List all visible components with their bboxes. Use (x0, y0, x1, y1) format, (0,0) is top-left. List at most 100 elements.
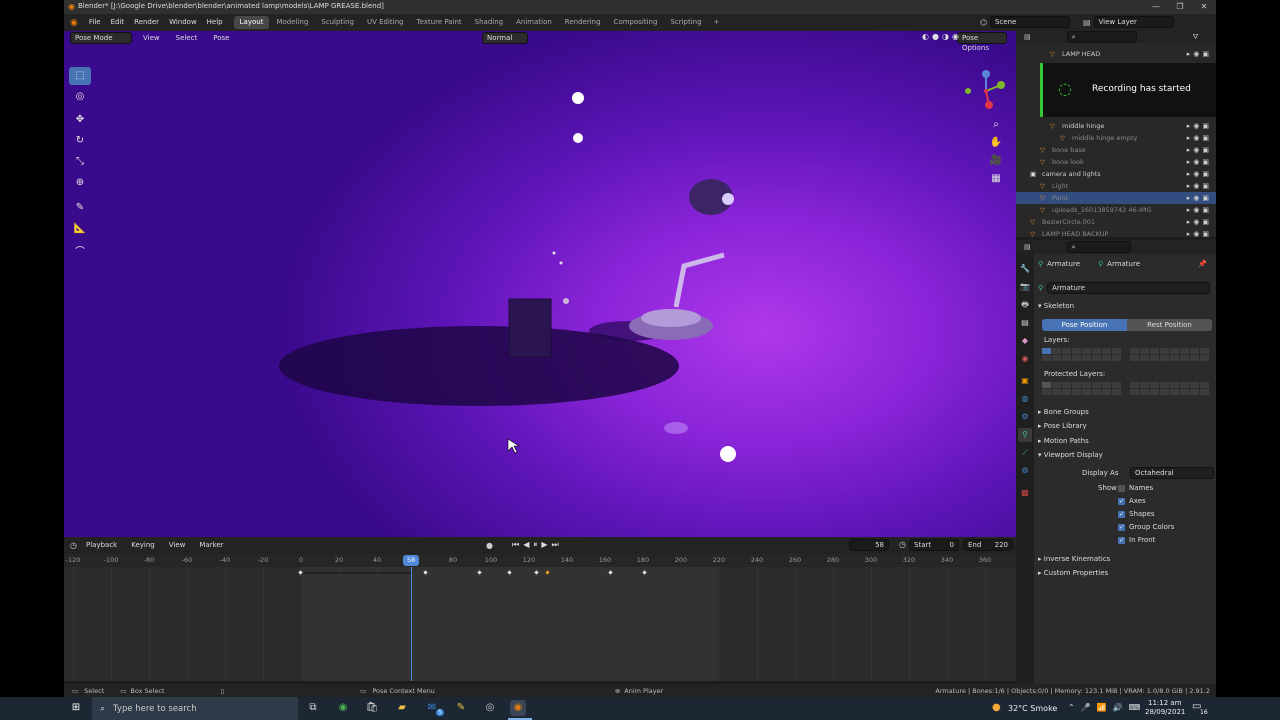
workspace-tab-compositing[interactable]: Compositing (608, 16, 664, 29)
layer-cell[interactable] (1092, 382, 1101, 388)
outliner-search-input[interactable]: ⌕ (1066, 31, 1137, 43)
layer-cell[interactable] (1200, 355, 1209, 361)
visibility-toggles[interactable]: ▸◉▣ (1187, 180, 1212, 192)
layer-cell[interactable] (1190, 348, 1199, 354)
texture-tab-icon[interactable]: ▩ (1018, 486, 1032, 500)
visibility-toggles[interactable]: ▸◉▣ (1187, 48, 1212, 60)
menu-help[interactable]: Help (202, 14, 228, 31)
layer-cell[interactable] (1170, 382, 1179, 388)
outliner-row[interactable]: ▽ Point ▸◉▣ (1016, 192, 1216, 204)
layer-cell[interactable] (1190, 355, 1199, 361)
layer-cell[interactable] (1140, 389, 1149, 395)
protected-layers-grid-b[interactable] (1130, 382, 1209, 395)
taskbar-search[interactable]: ⌕ Type here to search (92, 697, 298, 720)
layer-cell[interactable] (1170, 348, 1179, 354)
task-view-icon[interactable]: ⧉ (305, 700, 321, 716)
checkbox[interactable]: ✓ (1118, 510, 1125, 518)
layer-cell[interactable] (1150, 348, 1159, 354)
layer-cell[interactable] (1112, 389, 1121, 395)
menu-file[interactable]: File (84, 14, 106, 31)
layer-cell[interactable] (1062, 348, 1071, 354)
maximize-button[interactable]: ❐ (1168, 0, 1192, 14)
visibility-toggles[interactable]: ▸◉▣ (1187, 144, 1212, 156)
bone-groups-panel[interactable]: ▸ Bone Groups (1038, 408, 1089, 416)
pose-library-panel[interactable]: ▸ Pose Library (1038, 422, 1087, 430)
checkbox[interactable]: ✓ (1118, 497, 1125, 505)
layer-cell[interactable] (1052, 348, 1061, 354)
layer-cell[interactable] (1140, 355, 1149, 361)
layer-cell[interactable] (1092, 348, 1101, 354)
close-button[interactable]: ✕ (1192, 0, 1216, 14)
layer-cell[interactable] (1042, 348, 1051, 354)
layer-cell[interactable] (1102, 355, 1111, 361)
layer-cell[interactable] (1180, 348, 1189, 354)
visibility-toggles[interactable]: ▸◉▣ (1187, 156, 1212, 168)
layer-cell[interactable] (1062, 389, 1071, 395)
file-explorer-icon[interactable]: ▰ (394, 700, 410, 716)
workspace-tab-uv-editing[interactable]: UV Editing (361, 16, 410, 29)
bone-layers-grid-a[interactable] (1042, 348, 1121, 361)
layer-cell[interactable] (1072, 389, 1081, 395)
layer-cell[interactable] (1092, 389, 1101, 395)
layer-cell[interactable] (1180, 382, 1189, 388)
display-as-dropdown[interactable]: Octahedral (1130, 467, 1214, 479)
blender-taskbar-icon[interactable]: ◉ (510, 700, 526, 716)
rest-position-button[interactable]: Rest Position (1127, 319, 1212, 331)
visibility-toggles[interactable]: ▸◉▣ (1187, 192, 1212, 204)
scene-tab-icon[interactable]: ◆ (1018, 334, 1032, 348)
world-tab-icon[interactable]: ◉ (1018, 352, 1032, 366)
visibility-toggles[interactable]: ▸◉▣ (1187, 132, 1212, 144)
layer-cell[interactable] (1130, 389, 1139, 395)
visibility-toggles[interactable]: ▸◉▣ (1187, 216, 1212, 228)
layer-cell[interactable] (1082, 348, 1091, 354)
preview-range-icon[interactable]: ◷ (899, 540, 906, 549)
layer-cell[interactable] (1052, 389, 1061, 395)
object-tab-icon[interactable]: ▣ (1018, 374, 1032, 388)
layer-cell[interactable] (1190, 382, 1199, 388)
zoom-icon[interactable]: ⌕ (987, 117, 1005, 133)
show-option-names[interactable]: Names (1118, 484, 1153, 492)
inverse-kinematics-panel[interactable]: ▸ Inverse Kinematics (1038, 555, 1110, 563)
layer-cell[interactable] (1102, 382, 1111, 388)
layer-cell[interactable] (1160, 382, 1169, 388)
checkbox[interactable]: ✓ (1118, 536, 1125, 544)
layer-cell[interactable] (1170, 355, 1179, 361)
outliner-row[interactable]: ▽ LAMP HEAD BACKUP ▸◉▣ (1016, 228, 1216, 237)
current-frame-field[interactable]: 58 (849, 539, 889, 551)
view-layer-tab-icon[interactable]: ▤ (1018, 316, 1032, 330)
layer-cell[interactable] (1130, 348, 1139, 354)
record-icon[interactable]: ● (486, 541, 493, 550)
layer-cell[interactable] (1160, 355, 1169, 361)
layer-cell[interactable] (1102, 389, 1111, 395)
timeline-menu-marker[interactable]: Marker (194, 537, 228, 554)
layer-cell[interactable] (1200, 382, 1209, 388)
physics-tab-icon[interactable]: ◍ (1018, 392, 1032, 406)
layer-cell[interactable] (1140, 382, 1149, 388)
motion-paths-panel[interactable]: ▸ Motion Paths (1038, 437, 1089, 445)
clock-icon[interactable]: ◷ (70, 541, 77, 550)
visibility-toggles[interactable]: ▸◉▣ (1187, 228, 1212, 237)
outliner-row[interactable]: ▽ bone base ▸◉▣ (1016, 144, 1216, 156)
editor-type-icon[interactable]: ▤ (1024, 33, 1031, 41)
workspace-tab-rendering[interactable]: Rendering (559, 16, 607, 29)
bone-tab-icon[interactable]: ⟋ (1018, 446, 1032, 460)
clock-date[interactable]: 28/09/2021 (1145, 708, 1185, 716)
layer-cell[interactable] (1052, 382, 1061, 388)
playhead-frame-label[interactable]: 58 (403, 555, 420, 566)
layer-cell[interactable] (1062, 382, 1071, 388)
minimize-button[interactable]: — (1144, 0, 1168, 14)
custom-properties-panel[interactable]: ▸ Custom Properties (1038, 569, 1108, 577)
chrome-icon[interactable]: ◉ (335, 700, 351, 716)
add-workspace-button[interactable]: + (708, 16, 726, 29)
start-frame-field[interactable]: Start 0 (909, 539, 959, 551)
layer-cell[interactable] (1052, 355, 1061, 361)
timeline-ruler[interactable]: -120 -100 -80 -60 -40 -20 0 20 40 58 80 100 120 140 16… (64, 554, 1016, 567)
show-option-in-front[interactable]: ✓ In Front (1118, 536, 1155, 544)
layer-cell[interactable] (1112, 355, 1121, 361)
layer-cell[interactable] (1112, 348, 1121, 354)
outliner-row[interactable]: ▽ Light ▸◉▣ (1016, 180, 1216, 192)
armature-data-tab-icon[interactable]: ⚲ (1018, 428, 1032, 442)
menu-edit[interactable]: Edit (106, 14, 130, 31)
outliner-row[interactable]: ▽ BezierCircle.001 ▸◉▣ (1016, 216, 1216, 228)
grid-perspective-icon[interactable]: ▦ (987, 171, 1005, 187)
